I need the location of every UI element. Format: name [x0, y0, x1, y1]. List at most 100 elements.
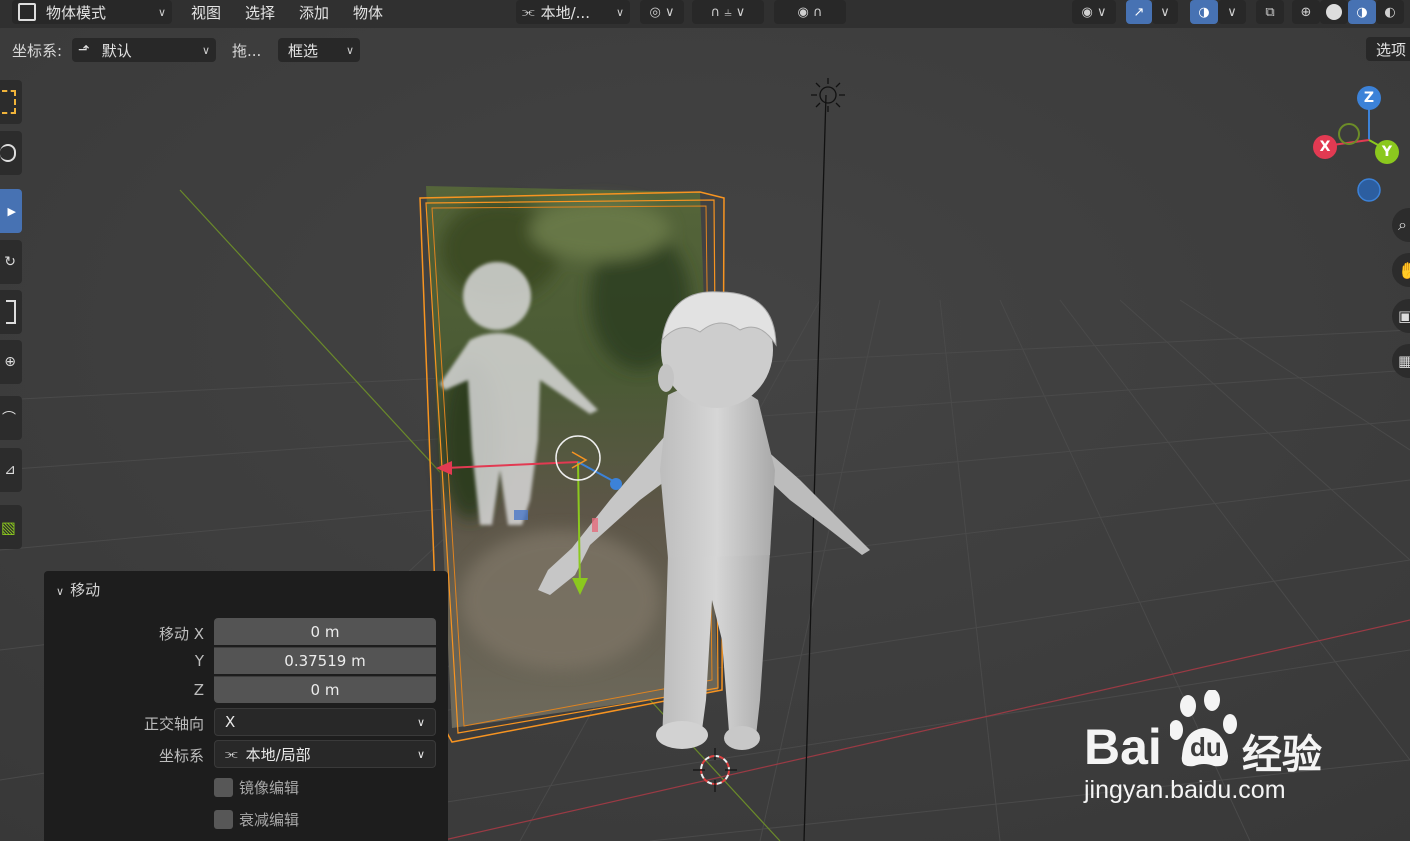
coord-system-dropdown[interactable]: ⬏ 默认 ∨: [72, 38, 216, 62]
snap-toggle[interactable]: ∩ ⫨ ∨: [692, 0, 764, 24]
transform-axes-icon: ⬏: [78, 42, 90, 58]
annotate-tool[interactable]: ⌒: [0, 396, 22, 440]
visibility-icon: ◉ ∨: [1081, 4, 1107, 20]
mode-dropdown[interactable]: 物体模式 ∨: [12, 0, 172, 24]
drag-value: 框选: [288, 41, 319, 60]
orientation-dropdown[interactable]: ⫘ 本地/... ∨: [516, 0, 630, 24]
shading-rendered-icon: ◐: [1384, 4, 1396, 20]
shading-material-icon: ◑: [1356, 4, 1368, 20]
shading-rendered-button[interactable]: ◐: [1376, 0, 1404, 24]
pivot-dropdown[interactable]: ◎ ∨: [640, 0, 684, 24]
operator-title: 移动: [70, 581, 101, 599]
proportional-edit-checkbox[interactable]: 衰减编辑: [214, 809, 299, 830]
gizmo-y-button[interactable]: Y: [1375, 140, 1399, 164]
move-x-label: 移动 X: [158, 625, 204, 643]
move-x-field[interactable]: 0 m: [214, 618, 436, 645]
checkbox-box[interactable]: [214, 778, 233, 797]
measure-tool[interactable]: ⊿: [0, 448, 22, 492]
chevron-down-icon: ∨: [1160, 4, 1170, 20]
chevron-down-icon: ∨: [201, 43, 210, 57]
baidu-watermark: Bai du 经验 jingyan.baidu.com: [1082, 690, 1352, 810]
shading-wireframe-icon: ⊕: [1300, 4, 1312, 20]
overlay-toggle[interactable]: ◑: [1190, 0, 1218, 24]
mirror-edit-label: 镜像编辑: [239, 779, 300, 797]
cursor-tool[interactable]: [0, 131, 22, 175]
hand-icon: ✋: [1398, 260, 1410, 280]
grid-icon: ▦: [1398, 352, 1410, 370]
options-dropdown[interactable]: 选项: [1366, 37, 1410, 61]
zoom-icon: ⌕: [1398, 215, 1407, 234]
operator-coord-dropdown[interactable]: ⫘ 本地/局部 ∨: [214, 740, 436, 768]
measure-icon: ⊿: [4, 462, 16, 478]
chevron-down-icon: ∨: [416, 715, 425, 729]
xray-icon: ⧉: [1265, 4, 1275, 20]
shading-solid-button[interactable]: [1320, 0, 1348, 24]
select-box-icon: [2, 90, 16, 114]
chevron-down-icon: ∨: [615, 5, 624, 19]
pivot-icon: ◎ ∨: [649, 4, 675, 20]
gizmo-x-label: X: [1319, 139, 1331, 155]
move-tool[interactable]: ▶: [0, 189, 22, 233]
checkbox-box[interactable]: [214, 810, 233, 829]
shading-wireframe-button[interactable]: ⊕: [1292, 0, 1320, 24]
mirror-edit-checkbox[interactable]: 镜像编辑: [214, 777, 299, 798]
rotate-tool[interactable]: ↻: [0, 240, 22, 284]
mode-label: 物体模式: [46, 3, 107, 22]
xray-toggle[interactable]: ⧉: [1256, 0, 1284, 24]
transform-icon: ⊕: [4, 354, 16, 370]
chevron-down-icon: ∨: [157, 5, 166, 19]
operator-coord-label: 坐标系: [158, 747, 204, 765]
camera-icon: ▣: [1398, 307, 1410, 325]
shading-material-button[interactable]: ◑: [1348, 0, 1376, 24]
gizmo-toggle[interactable]: ↗: [1126, 0, 1152, 24]
visibility-dropdown[interactable]: ◉ ∨: [1072, 0, 1116, 24]
move-z-field[interactable]: 0 m: [214, 676, 436, 703]
gizmo-dropdown[interactable]: ∨: [1152, 0, 1178, 24]
ortho-axis-value: X: [225, 713, 236, 731]
menu-object[interactable]: 物体: [353, 2, 383, 23]
gizmo-z-label: Z: [1363, 90, 1375, 106]
menu-add[interactable]: 添加: [299, 2, 329, 23]
coord-system-value: 默认: [101, 41, 132, 60]
chevron-down-icon: ∨: [345, 43, 354, 57]
watermark-du: du: [1190, 732, 1222, 762]
snap-icon: ∩ ⫨ ∨: [710, 4, 746, 20]
menu-view[interactable]: 视图: [191, 2, 221, 23]
add-cube-tool[interactable]: ▧: [0, 505, 22, 549]
watermark-bai: Bai: [1084, 719, 1162, 775]
viewport-header: 物体模式 ∨ 视图 选择 添加 物体 ⫘ 本地/... ∨ ◎ ∨ ∩ ⫨ ∨ …: [0, 0, 1410, 28]
gizmo-icon: ↗: [1133, 4, 1145, 20]
move-icon: ▶: [7, 204, 16, 218]
scale-icon: [6, 300, 16, 324]
gizmo-y-label: Y: [1381, 144, 1393, 160]
operator-panel[interactable]: ∨ 移动 移动 X 0 m Y 0.37519 m Z 0 m 正交轴向 X ∨ …: [44, 571, 448, 841]
cursor-icon: [0, 144, 16, 162]
overlay-icon: ◑: [1198, 4, 1210, 20]
proportional-edit-label: 衰减编辑: [239, 811, 300, 829]
select-box-tool[interactable]: [0, 80, 22, 124]
gizmo-z-button[interactable]: Z: [1357, 86, 1381, 110]
move-y-label: Y: [194, 652, 204, 670]
orientation-label: 本地/...: [540, 3, 590, 22]
overlay-dropdown[interactable]: ∨: [1218, 0, 1246, 24]
watermark-url: jingyan.baidu.com: [1084, 776, 1286, 804]
drag-dropdown[interactable]: 框选 ∨: [278, 38, 360, 62]
coord-system-label: 坐标系:: [12, 42, 63, 60]
chevron-down-icon: ∨: [416, 747, 425, 761]
gizmo-x-button[interactable]: X: [1313, 135, 1337, 159]
move-y-field[interactable]: 0.37519 m: [214, 647, 436, 674]
ortho-axis-label: 正交轴向: [143, 715, 204, 733]
operator-panel-header[interactable]: ∨ 移动: [56, 579, 100, 600]
rotate-icon: ↻: [4, 254, 16, 270]
shading-solid-icon: [1326, 4, 1342, 20]
drag-label: 拖...: [232, 42, 262, 60]
orientation-icon: ⫘: [225, 746, 238, 762]
options-label: 选项: [1376, 40, 1407, 59]
proportional-edit-toggle[interactable]: ◉ ∩: [774, 0, 846, 24]
cube-icon: ▧: [0, 517, 16, 537]
scale-tool[interactable]: [0, 290, 22, 334]
menu-select[interactable]: 选择: [245, 2, 275, 23]
chevron-down-icon: ∨: [1227, 4, 1237, 20]
ortho-axis-dropdown[interactable]: X ∨: [214, 708, 436, 736]
transform-tool[interactable]: ⊕: [0, 340, 22, 384]
